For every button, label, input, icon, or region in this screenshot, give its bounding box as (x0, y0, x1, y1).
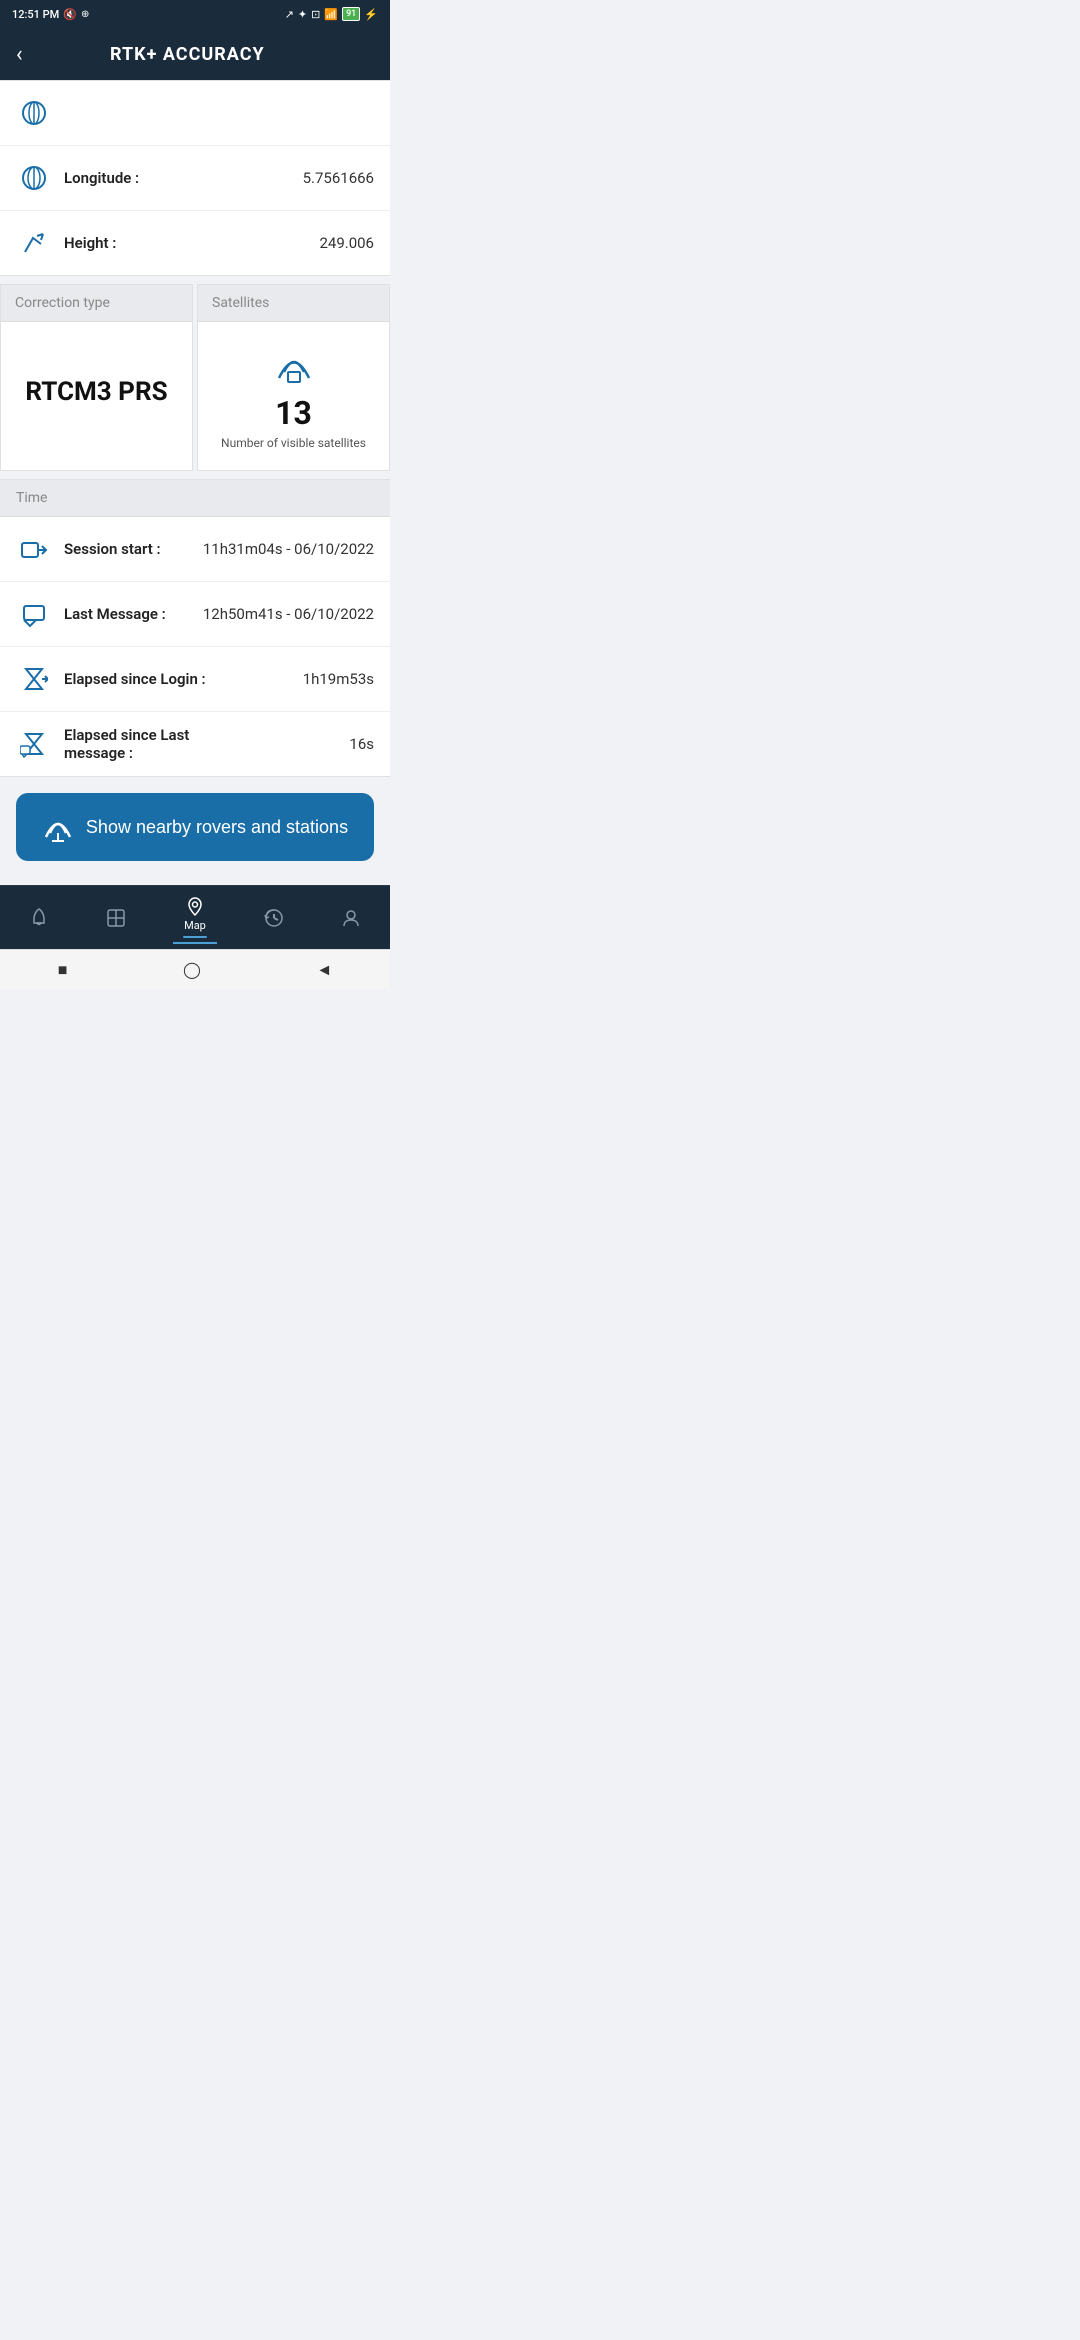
session-start-value: 11h31m04s - 06/10/2022 (203, 540, 374, 558)
back-button[interactable]: ‹ (16, 42, 23, 67)
bottom-navigation: Map (0, 885, 390, 949)
map-icon (184, 895, 206, 917)
clock-icon (263, 907, 285, 929)
show-nearby-button[interactable]: Show nearby rovers and stations (16, 793, 374, 861)
last-message-label: Last Message : (64, 605, 203, 623)
active-indicator (183, 936, 207, 938)
height-label: Height : (64, 234, 319, 252)
elapsed-login-label: Elapsed since Login : (64, 670, 303, 688)
two-col-section: Correction type RTCM3 PRS Satellites 13 … (0, 284, 390, 471)
satellites-header: Satellites (198, 285, 389, 322)
status-icons: ↗ ✦ ⊡ 📶 91 ⚡ (285, 7, 378, 21)
nearby-stations-icon (42, 811, 74, 843)
satellite-count: 13 (275, 394, 312, 432)
app-header: ‹ RTK+ ACCURACY (0, 28, 390, 80)
satellite-label: Number of visible satellites (221, 436, 366, 450)
battery-level: 91 (342, 7, 360, 21)
system-nav-bar: ■ ◯ ◄ (0, 949, 390, 989)
wifi-icon: 📶 (324, 8, 338, 21)
session-start-row: Session start : 11h31m04s - 06/10/2022 (0, 517, 390, 582)
status-bar: 12:51 PM 🔇 ⊕ ↗ ✦ ⊡ 📶 91 ⚡ (0, 0, 390, 28)
charging-icon: ⚡ (364, 8, 378, 21)
last-message-icon (16, 596, 52, 632)
last-message-row: Last Message : 12h50m41s - 06/10/2022 (0, 582, 390, 647)
mute-icon: 🔇 (63, 8, 77, 21)
network-icon (105, 907, 127, 929)
bell-icon (28, 907, 50, 929)
main-content: Longitude : 5.7561666 Height : 249.006 C… (0, 80, 390, 885)
satellites-content: 13 Number of visible satellites (198, 322, 389, 470)
height-row: Height : 249.006 (0, 211, 390, 275)
elapsed-last-msg-label: Elapsed since Last (64, 726, 349, 744)
session-start-icon (16, 531, 52, 567)
satellites-box: Satellites 13 Number of visible satellit… (197, 284, 390, 471)
longitude-value: 5.7561666 (303, 169, 374, 187)
sys-home-button[interactable]: ◯ (167, 952, 217, 987)
bluetooth-icon: ✦ (298, 8, 307, 21)
correction-box: Correction type RTCM3 PRS (0, 284, 193, 471)
elapsed-login-icon (16, 661, 52, 697)
elapsed-last-msg-value: 16s (349, 735, 374, 753)
correction-header: Correction type (1, 285, 192, 322)
time-header: Time (0, 480, 390, 517)
elapsed-last-msg-label2: message : (64, 744, 349, 762)
map-label: Map (184, 919, 206, 932)
page-title: RTK+ ACCURACY (35, 44, 340, 65)
nav-profile[interactable] (330, 903, 372, 933)
sys-back-button[interactable]: ◄ (300, 952, 348, 988)
session-start-label: Session start : (64, 540, 203, 558)
correction-value: RTCM3 PRS (25, 377, 167, 407)
satellite-signal-icon (269, 342, 319, 386)
profile-icon (340, 907, 362, 929)
longitude-row: Longitude : 5.7561666 (0, 146, 390, 211)
longitude-label: Longitude : (64, 169, 303, 187)
nav-map[interactable]: Map (173, 891, 217, 944)
location-icon: ⊕ (81, 9, 89, 20)
height-icon (16, 225, 52, 261)
elapsed-login-row: Elapsed since Login : 1h19m53s (0, 647, 390, 712)
nav-history[interactable] (253, 903, 295, 933)
partial-icon (16, 95, 52, 131)
height-value: 249.006 (319, 234, 374, 252)
partial-row (0, 81, 390, 146)
location-card: Longitude : 5.7561666 Height : 249.006 (0, 80, 390, 276)
correction-content: RTCM3 PRS (1, 322, 192, 452)
last-message-value: 12h50m41s - 06/10/2022 (203, 605, 374, 623)
gps-icon: ↗ (285, 8, 294, 21)
sys-stop-button[interactable]: ■ (42, 952, 84, 988)
longitude-icon (16, 160, 52, 196)
nav-network[interactable] (95, 903, 137, 933)
elapsed-last-msg-icon (16, 726, 52, 762)
time-card: Time Session start : 11h31m04s - 06/10/2… (0, 479, 390, 777)
battery-save-icon: ⊡ (311, 8, 320, 21)
elapsed-last-msg-row: Elapsed since Last message : 16s (0, 712, 390, 776)
elapsed-login-value: 1h19m53s (303, 670, 374, 688)
nav-notifications[interactable] (18, 903, 60, 933)
show-nearby-label: Show nearby rovers and stations (86, 817, 348, 838)
status-time: 12:51 PM 🔇 ⊕ (12, 8, 89, 21)
